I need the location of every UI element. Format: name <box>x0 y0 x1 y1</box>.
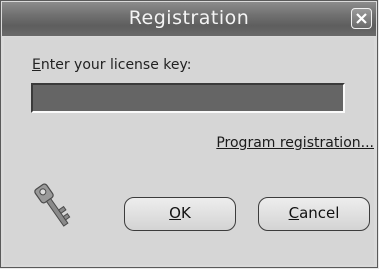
label-mnemonic: E <box>32 57 41 73</box>
ok-rest: K <box>180 204 191 222</box>
registration-dialog: Registration Enter your license key: Pro… <box>0 0 378 268</box>
ok-button[interactable]: OK <box>124 197 236 231</box>
key-icon <box>34 183 71 227</box>
label-rest: nter your license key: <box>40 57 192 73</box>
cancel-mnemonic: C <box>288 204 300 222</box>
close-button[interactable] <box>351 8 372 29</box>
title-bar[interactable]: Registration <box>2 2 376 36</box>
window-title: Registration <box>128 7 250 29</box>
cancel-rest: ancel <box>299 204 340 222</box>
license-key-label: Enter your license key: <box>32 57 192 73</box>
license-key-input[interactable] <box>31 83 345 113</box>
ok-mnemonic: O <box>169 204 181 222</box>
close-icon <box>356 13 367 24</box>
program-registration-link[interactable]: Program registration... <box>216 135 374 151</box>
dialog-body: Enter your license key: Program registra… <box>4 37 374 265</box>
cancel-button[interactable]: Cancel <box>258 197 370 231</box>
